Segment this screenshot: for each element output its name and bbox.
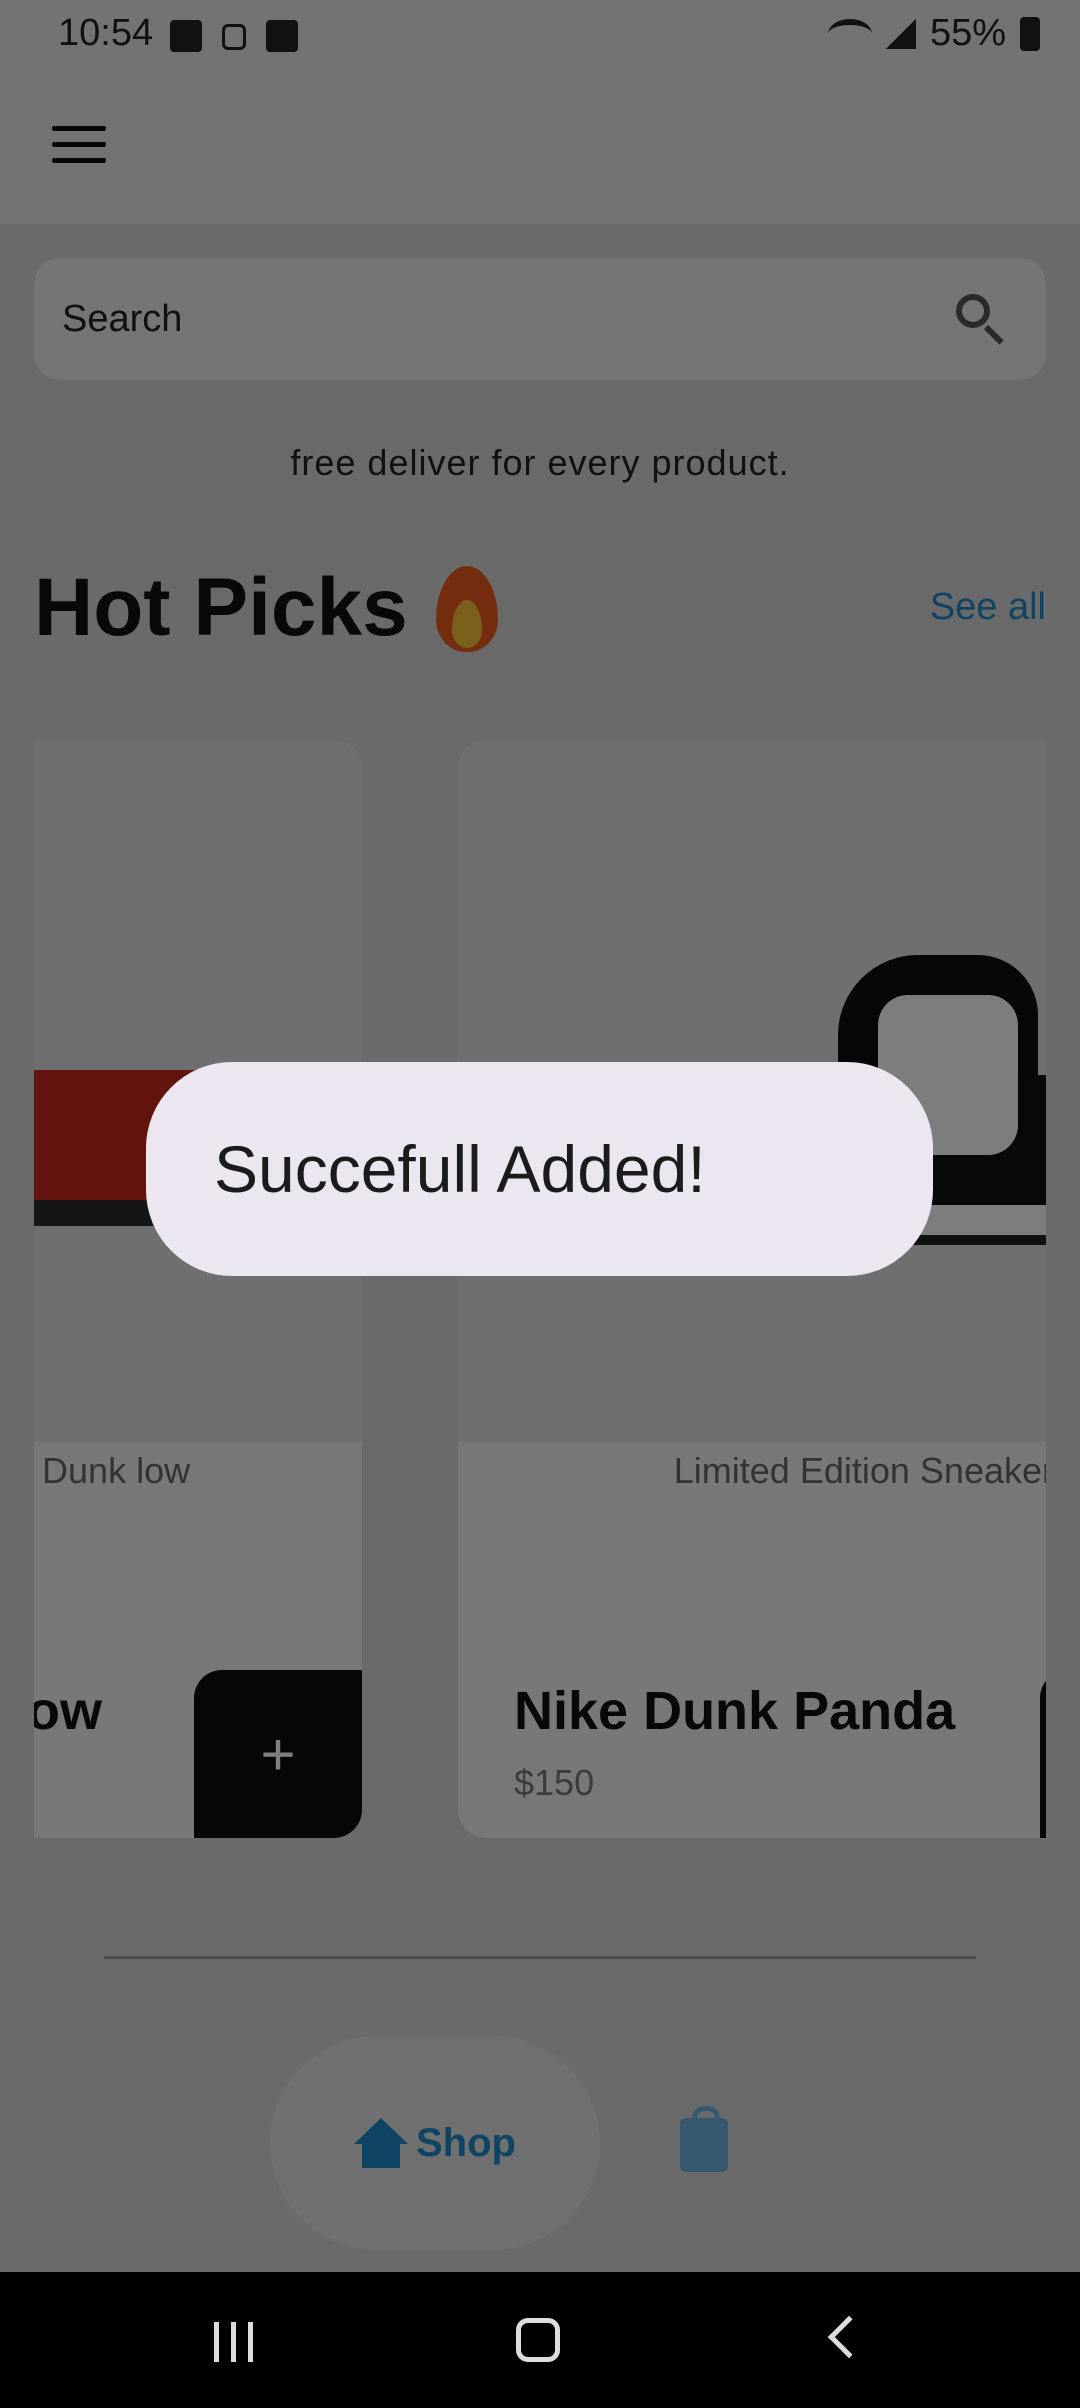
toast-text: Succefull Added! — [214, 1132, 706, 1206]
system-back-button[interactable] — [827, 2315, 871, 2359]
recent-apps-button[interactable] — [214, 2322, 260, 2362]
system-navigation-bar — [0, 2272, 1080, 2408]
toast-message: Succefull Added! — [146, 1062, 933, 1276]
system-home-button[interactable] — [516, 2318, 560, 2362]
